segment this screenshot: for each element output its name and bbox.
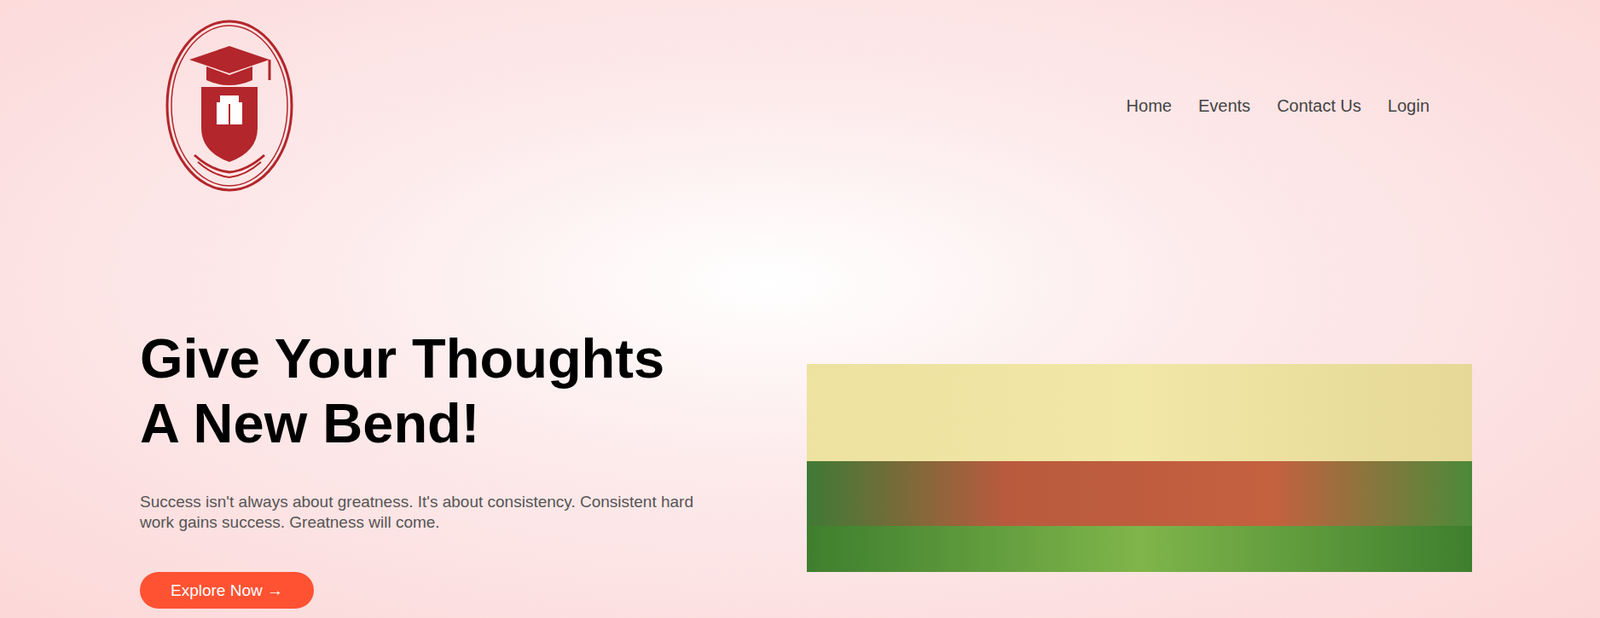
hero-description: Success isn't always about greatness. It…	[139, 492, 703, 534]
nav-link[interactable]: Contact Us	[1276, 96, 1362, 116]
nav-link[interactable]: Login	[1387, 96, 1430, 116]
campus-photo	[806, 364, 1473, 573]
nav-link[interactable]: Home	[1126, 96, 1172, 116]
landing-page: Home Events Contact Us Login Give Your Thoug…	[0, 0, 1600, 618]
hero-section: Give Your ThoughtsA New Bend! Success isn…	[0, 193, 1600, 618]
site-header: Home Events Contact Us Login	[0, 0, 1600, 194]
college-logo-icon[interactable]	[163, 18, 296, 194]
main-nav: Home Events Contact Us Login	[1126, 96, 1430, 116]
explore-button[interactable]: Explore Now →	[139, 572, 314, 609]
hero-text: Give Your ThoughtsA New Bend! Success isn…	[139, 326, 773, 609]
hero-title: Give Your ThoughtsA New Bend!	[139, 326, 773, 457]
nav-link[interactable]: Events	[1198, 96, 1251, 116]
